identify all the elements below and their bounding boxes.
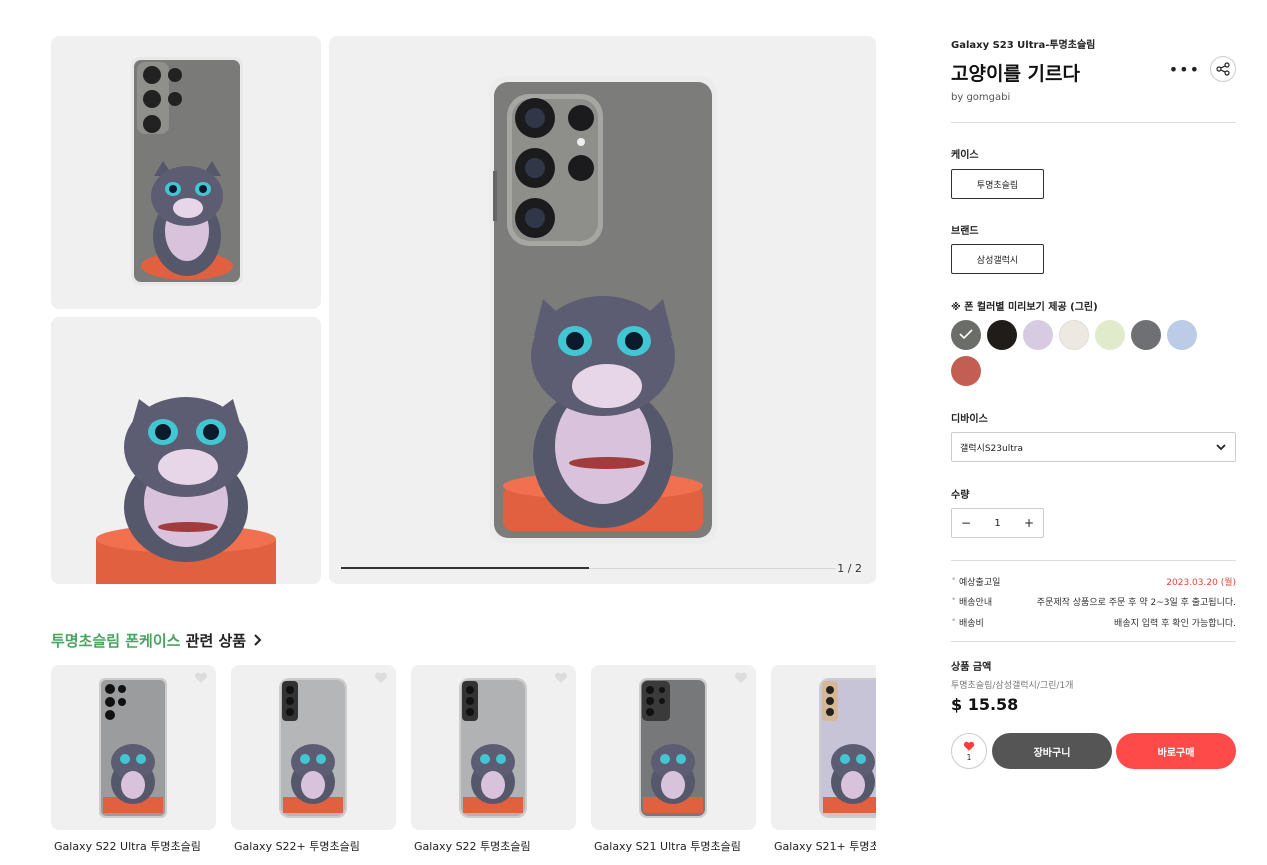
related-product-image xyxy=(591,665,756,830)
divider xyxy=(951,560,1236,561)
add-to-cart-button[interactable]: 장바구니 xyxy=(992,733,1112,769)
related-title-accent: 투명초슬림 폰케이스 xyxy=(51,632,181,650)
color-label: ※ 폰 컬러별 미리보기 제공 (그린) xyxy=(951,302,1098,313)
device-label: 디바이스 xyxy=(951,414,988,425)
related-products-carousel[interactable]: Galaxy S22 Ultra 투명초슬림 Galaxy S22+ 투명초슬림… xyxy=(51,665,876,865)
gallery-progress-bar xyxy=(341,567,836,569)
related-product-name[interactable]: Galaxy S22+ 투명초슬림 xyxy=(234,838,396,854)
phone-case-large-image xyxy=(489,76,717,544)
ship-date-value: 2023.03.20 (월) xyxy=(1166,578,1236,588)
heart-icon[interactable] xyxy=(554,672,568,684)
related-product-name[interactable]: Galaxy S21 Ultra 투명초슬림 xyxy=(594,838,756,854)
related-product-card[interactable]: Galaxy S22 투명초슬림 xyxy=(411,665,576,854)
product-author[interactable]: by gomgabi xyxy=(951,92,1236,103)
ship-fee-value: 배송지 입력 후 확인 가능합니다. xyxy=(1114,619,1236,629)
share-icon xyxy=(1216,62,1230,76)
quantity-value[interactable]: 1 xyxy=(994,518,1000,529)
brand-option-button[interactable]: 삼성갤럭시 xyxy=(951,244,1044,274)
phone-case-icon xyxy=(279,678,347,818)
case-option-button[interactable]: 투명초슬림 xyxy=(951,169,1044,199)
decrease-button[interactable]: − xyxy=(961,516,971,530)
related-product-card[interactable]: Galaxy S22 Ultra 투명초슬림 xyxy=(51,665,216,854)
like-button[interactable]: 1 xyxy=(951,733,987,769)
chevron-right-icon xyxy=(254,632,262,650)
phone-case-image xyxy=(131,57,243,285)
color-swatch[interactable] xyxy=(1095,320,1125,350)
like-count: 1 xyxy=(966,752,972,762)
related-product-image xyxy=(231,665,396,830)
color-swatch[interactable] xyxy=(951,320,981,350)
phone-case-icon xyxy=(639,678,707,818)
quantity-label: 수량 xyxy=(951,490,970,501)
device-select-value: 갤럭시S23ultra xyxy=(960,443,1023,454)
ship-info-key: 배송안내 xyxy=(951,595,992,608)
heart-icon[interactable] xyxy=(374,672,388,684)
brand-label: 브랜드 xyxy=(951,226,979,237)
related-products-heading[interactable]: 투명초슬림 폰케이스 관련 상품 xyxy=(51,630,262,651)
product-subtitle: Galaxy S23 Ultra-투명초슬림 xyxy=(951,40,1096,51)
related-product-image xyxy=(411,665,576,830)
ship-fee-key: 배송비 xyxy=(951,616,984,629)
quantity-stepper: − 1 + xyxy=(951,508,1044,538)
increase-button[interactable]: + xyxy=(1024,516,1034,530)
cat-artwork-image xyxy=(96,397,276,584)
gallery-pager: 1 / 2 xyxy=(837,562,862,575)
heart-icon[interactable] xyxy=(734,672,748,684)
color-swatch[interactable] xyxy=(1059,320,1089,350)
heart-icon xyxy=(963,741,975,751)
thumbnail-case-front[interactable] xyxy=(51,36,321,309)
divider xyxy=(951,122,1236,123)
device-select[interactable]: 갤럭시S23ultra xyxy=(951,432,1236,462)
ship-info-value: 주문제작 상품으로 주문 후 약 2~3일 후 출고됩니다. xyxy=(1036,598,1236,608)
color-swatch[interactable] xyxy=(987,320,1017,350)
related-product-card[interactable]: Galaxy S21+ 투명초슬림 xyxy=(771,665,876,854)
price-amount: $ 15.58 xyxy=(951,695,1019,714)
phone-case-icon xyxy=(99,678,167,818)
related-product-card[interactable]: Galaxy S22+ 투명초슬림 xyxy=(231,665,396,854)
price-label: 상품 금액 xyxy=(951,662,992,673)
color-swatch[interactable] xyxy=(1167,320,1197,350)
ship-date-key: 예상출고일 xyxy=(951,575,1000,588)
gallery-progress-fill xyxy=(341,567,589,569)
related-product-card[interactable]: Galaxy S21 Ultra 투명초슬림 xyxy=(591,665,756,854)
case-label: 케이스 xyxy=(951,150,979,161)
color-swatch[interactable] xyxy=(951,356,981,386)
phone-case-icon xyxy=(459,678,527,818)
divider xyxy=(951,641,1236,642)
related-product-name[interactable]: Galaxy S21+ 투명초슬림 xyxy=(774,838,876,854)
related-title-rest: 관련 상품 xyxy=(185,632,247,650)
buy-now-button[interactable]: 바로구매 xyxy=(1116,733,1236,769)
phone-case-icon xyxy=(819,678,876,818)
related-product-name[interactable]: Galaxy S22 투명초슬림 xyxy=(414,838,576,854)
chevron-down-icon xyxy=(1216,444,1226,451)
related-product-image xyxy=(771,665,876,830)
more-options-icon[interactable]: ••• xyxy=(1169,60,1200,79)
product-actions: ••• xyxy=(1169,56,1236,82)
heart-icon[interactable] xyxy=(194,672,208,684)
related-product-name[interactable]: Galaxy S22 Ultra 투명초슬림 xyxy=(54,838,216,854)
product-info-panel: Galaxy S23 Ultra-투명초슬림 고양이를 기르다 by gomga… xyxy=(951,36,1236,103)
price-option-summary: 투명초슬림/삼성갤럭시/그린/1개 xyxy=(951,681,1074,691)
color-swatch[interactable] xyxy=(1023,320,1053,350)
share-button[interactable] xyxy=(1210,56,1236,82)
related-product-image xyxy=(51,665,216,830)
color-swatch[interactable] xyxy=(1131,320,1161,350)
check-icon xyxy=(959,329,973,339)
main-product-image[interactable]: 1 / 2 xyxy=(329,36,876,584)
thumbnail-artwork[interactable] xyxy=(51,317,321,584)
